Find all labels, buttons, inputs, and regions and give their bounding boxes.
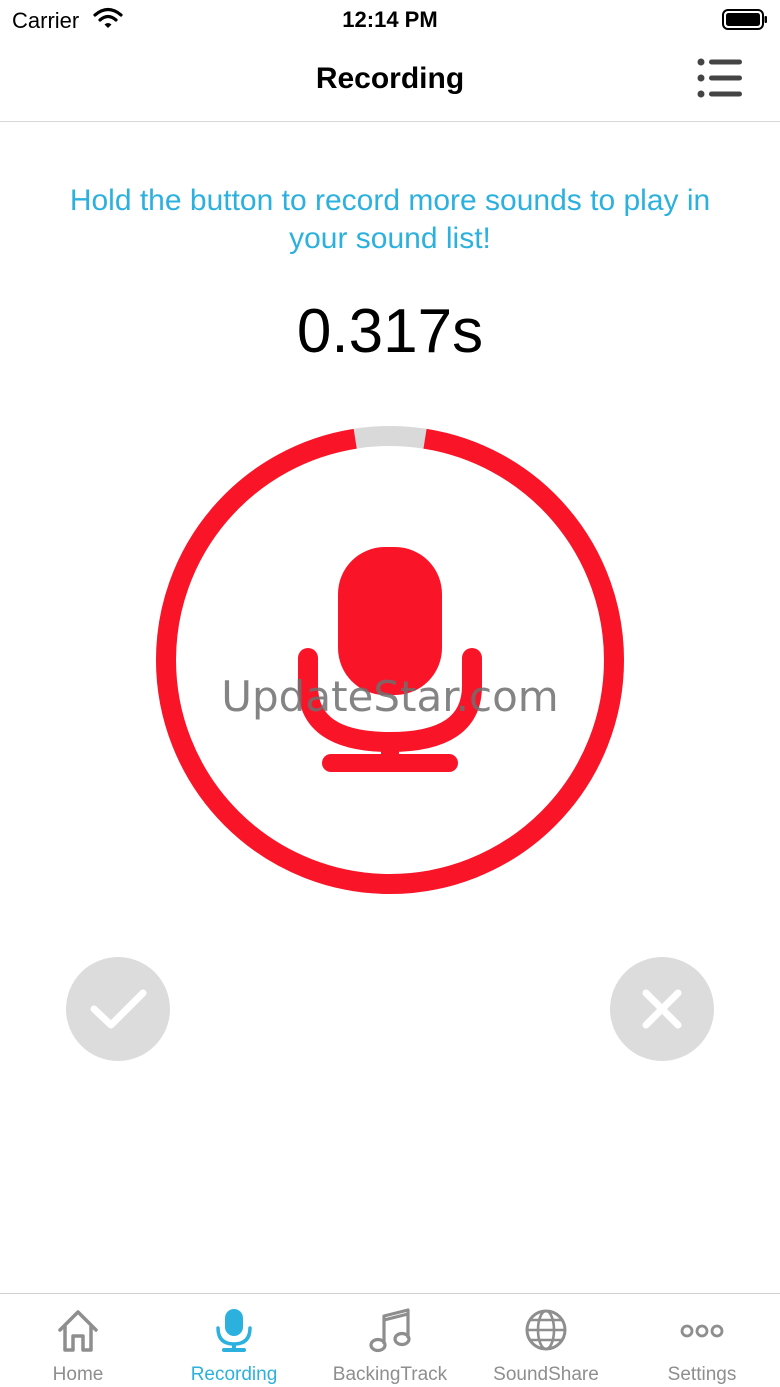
tab-recording[interactable]: Recording	[156, 1294, 312, 1387]
tab-soundshare[interactable]: SoundShare	[468, 1294, 624, 1387]
instructions-text: Hold the button to record more sounds to…	[69, 184, 711, 255]
cancel-button[interactable]	[610, 957, 714, 1061]
tab-bar: Home Recording BackingTrack SoundShare S…	[0, 1293, 780, 1387]
battery-icon	[722, 9, 767, 30]
tab-label-recording: Recording	[190, 1364, 278, 1385]
tab-label-backingtrack: BackingTrack	[332, 1364, 448, 1385]
record-button[interactable]	[150, 420, 630, 900]
page-title: Recording	[315, 62, 465, 95]
tab-label-soundshare: SoundShare	[493, 1364, 599, 1385]
navigation-bar: Recording	[0, 40, 780, 122]
home-icon	[58, 1310, 98, 1352]
clock: 12:14 PM	[342, 7, 438, 32]
microphone-icon	[216, 1309, 252, 1352]
tab-backingtrack[interactable]: BackingTrack	[312, 1294, 468, 1387]
music-note-icon	[369, 1308, 411, 1353]
tab-label-home: Home	[52, 1364, 104, 1385]
recording-timer: 0.317s	[296, 297, 484, 366]
tab-label-settings: Settings	[667, 1364, 737, 1385]
more-icon	[680, 1324, 724, 1338]
checkmark-icon	[90, 989, 147, 1029]
tab-settings[interactable]: Settings	[624, 1294, 780, 1387]
confirm-button[interactable]	[66, 957, 170, 1061]
close-icon	[642, 989, 682, 1029]
tab-home[interactable]: Home	[0, 1294, 156, 1387]
list-icon[interactable]	[692, 56, 746, 102]
status-bar: Carrier 12:14 PM	[0, 0, 780, 40]
globe-icon	[525, 1309, 567, 1351]
microphone-icon	[298, 547, 482, 772]
